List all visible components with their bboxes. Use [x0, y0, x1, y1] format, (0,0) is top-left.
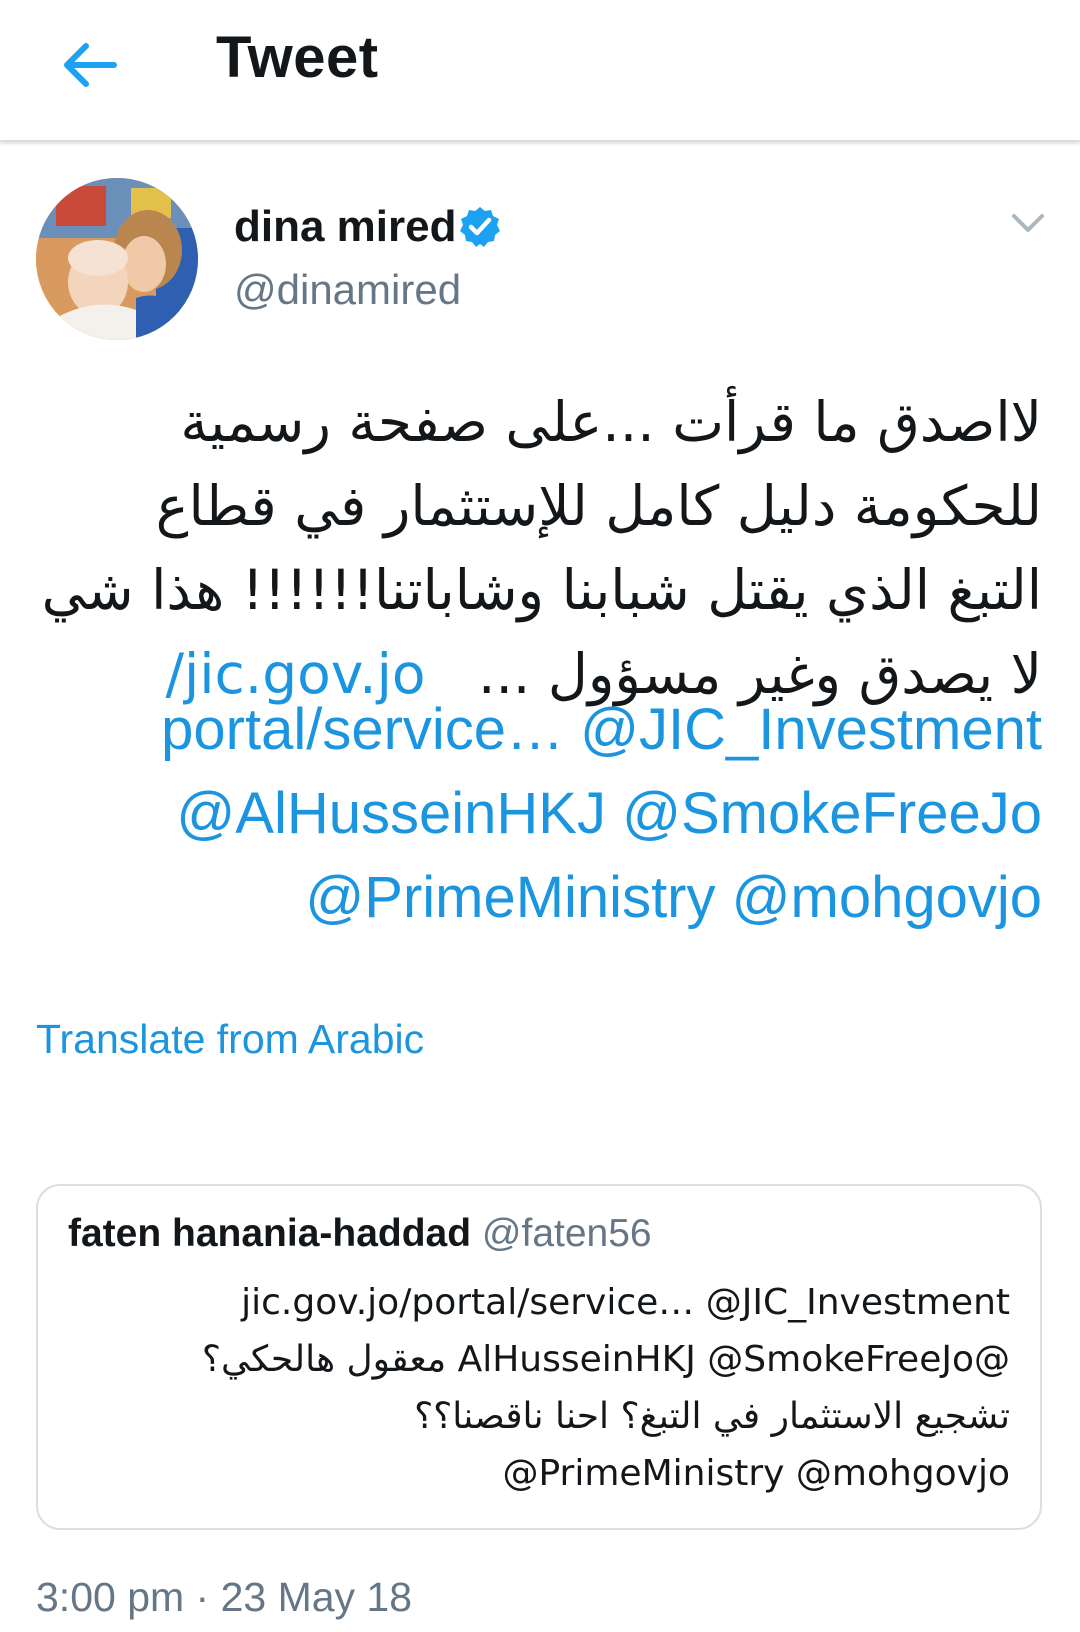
quoted-text-line: تشجيع الاستثمار في التبغ؟ احنا ناقصنا؟؟: [414, 1396, 1010, 1437]
tweet-links-line: @PrimeMinistry @mohgovjo: [32, 856, 1042, 940]
quoted-text-line: jic.gov.jo/portal/service… @JIC_Investme…: [241, 1282, 1010, 1323]
chevron-down-icon: [1012, 214, 1044, 232]
author-name[interactable]: dina mired: [234, 202, 457, 252]
mention-mohgovjo[interactable]: @mohgovjo: [732, 865, 1042, 930]
tweet-links-line: @AlHusseinHKJ @SmokeFreeJo: [32, 772, 1042, 856]
more-options-button[interactable]: [1008, 206, 1048, 240]
back-arrow-icon: [64, 43, 117, 87]
translate-link[interactable]: Translate from Arabic: [36, 1016, 424, 1063]
mention-jic-investment[interactable]: @JIC_Investment: [580, 697, 1042, 762]
tweet-link-continued[interactable]: portal/service…: [161, 697, 564, 762]
mention-alhusseinhkj[interactable]: @AlHusseinHKJ: [176, 781, 606, 846]
tweet-text: لااصدق ما قرأت ...على صفحة رسمية للحكومة…: [32, 380, 1042, 716]
page-title: Tweet: [216, 25, 379, 90]
mention-primeministry[interactable]: @PrimeMinistry: [305, 865, 715, 930]
quoted-tweet-text: jic.gov.jo/portal/service… @JIC_Investme…: [70, 1274, 1010, 1502]
quoted-author-name: faten hanania-haddad: [68, 1212, 472, 1255]
quoted-text-line: @PrimeMinistry @mohgovjo: [502, 1453, 1010, 1494]
top-app-bar: Tweet: [0, 0, 1080, 142]
quoted-author-handle: @faten56: [481, 1212, 652, 1255]
tweet-text-line: لااصدق ما قرأت ...على صفحة رسمية: [180, 390, 1042, 454]
quoted-tweet-card[interactable]: faten hanania-haddad @faten56 jic.gov.jo…: [36, 1184, 1042, 1530]
tweet-timestamp: 3:00 pm · 23 May 18: [36, 1574, 413, 1620]
tweet-text-line: للحكومة دليل كامل للإستثمار في قطاع: [155, 474, 1042, 538]
back-button[interactable]: [56, 30, 126, 100]
tweet-text-line: التبغ الذي يقتل شبابنا وشاباتنا!!!!!! هذ…: [41, 558, 1042, 622]
mention-smokefreejo[interactable]: @SmokeFreeJo: [622, 781, 1042, 846]
verified-badge-icon: [458, 205, 502, 249]
tweet-links: portal/service… @JIC_Investment @AlHusse…: [32, 688, 1042, 940]
profile-photo: [36, 178, 198, 340]
quoted-tweet-author: faten hanania-haddad @faten56: [68, 1212, 652, 1256]
quoted-text-line: @AlHusseinHKJ @SmokeFreeJo معقول هالحكي؟: [201, 1339, 1010, 1380]
avatar[interactable]: [36, 178, 198, 340]
author-handle[interactable]: @dinamired: [234, 266, 461, 314]
tweet-links-line: portal/service… @JIC_Investment: [32, 688, 1042, 772]
